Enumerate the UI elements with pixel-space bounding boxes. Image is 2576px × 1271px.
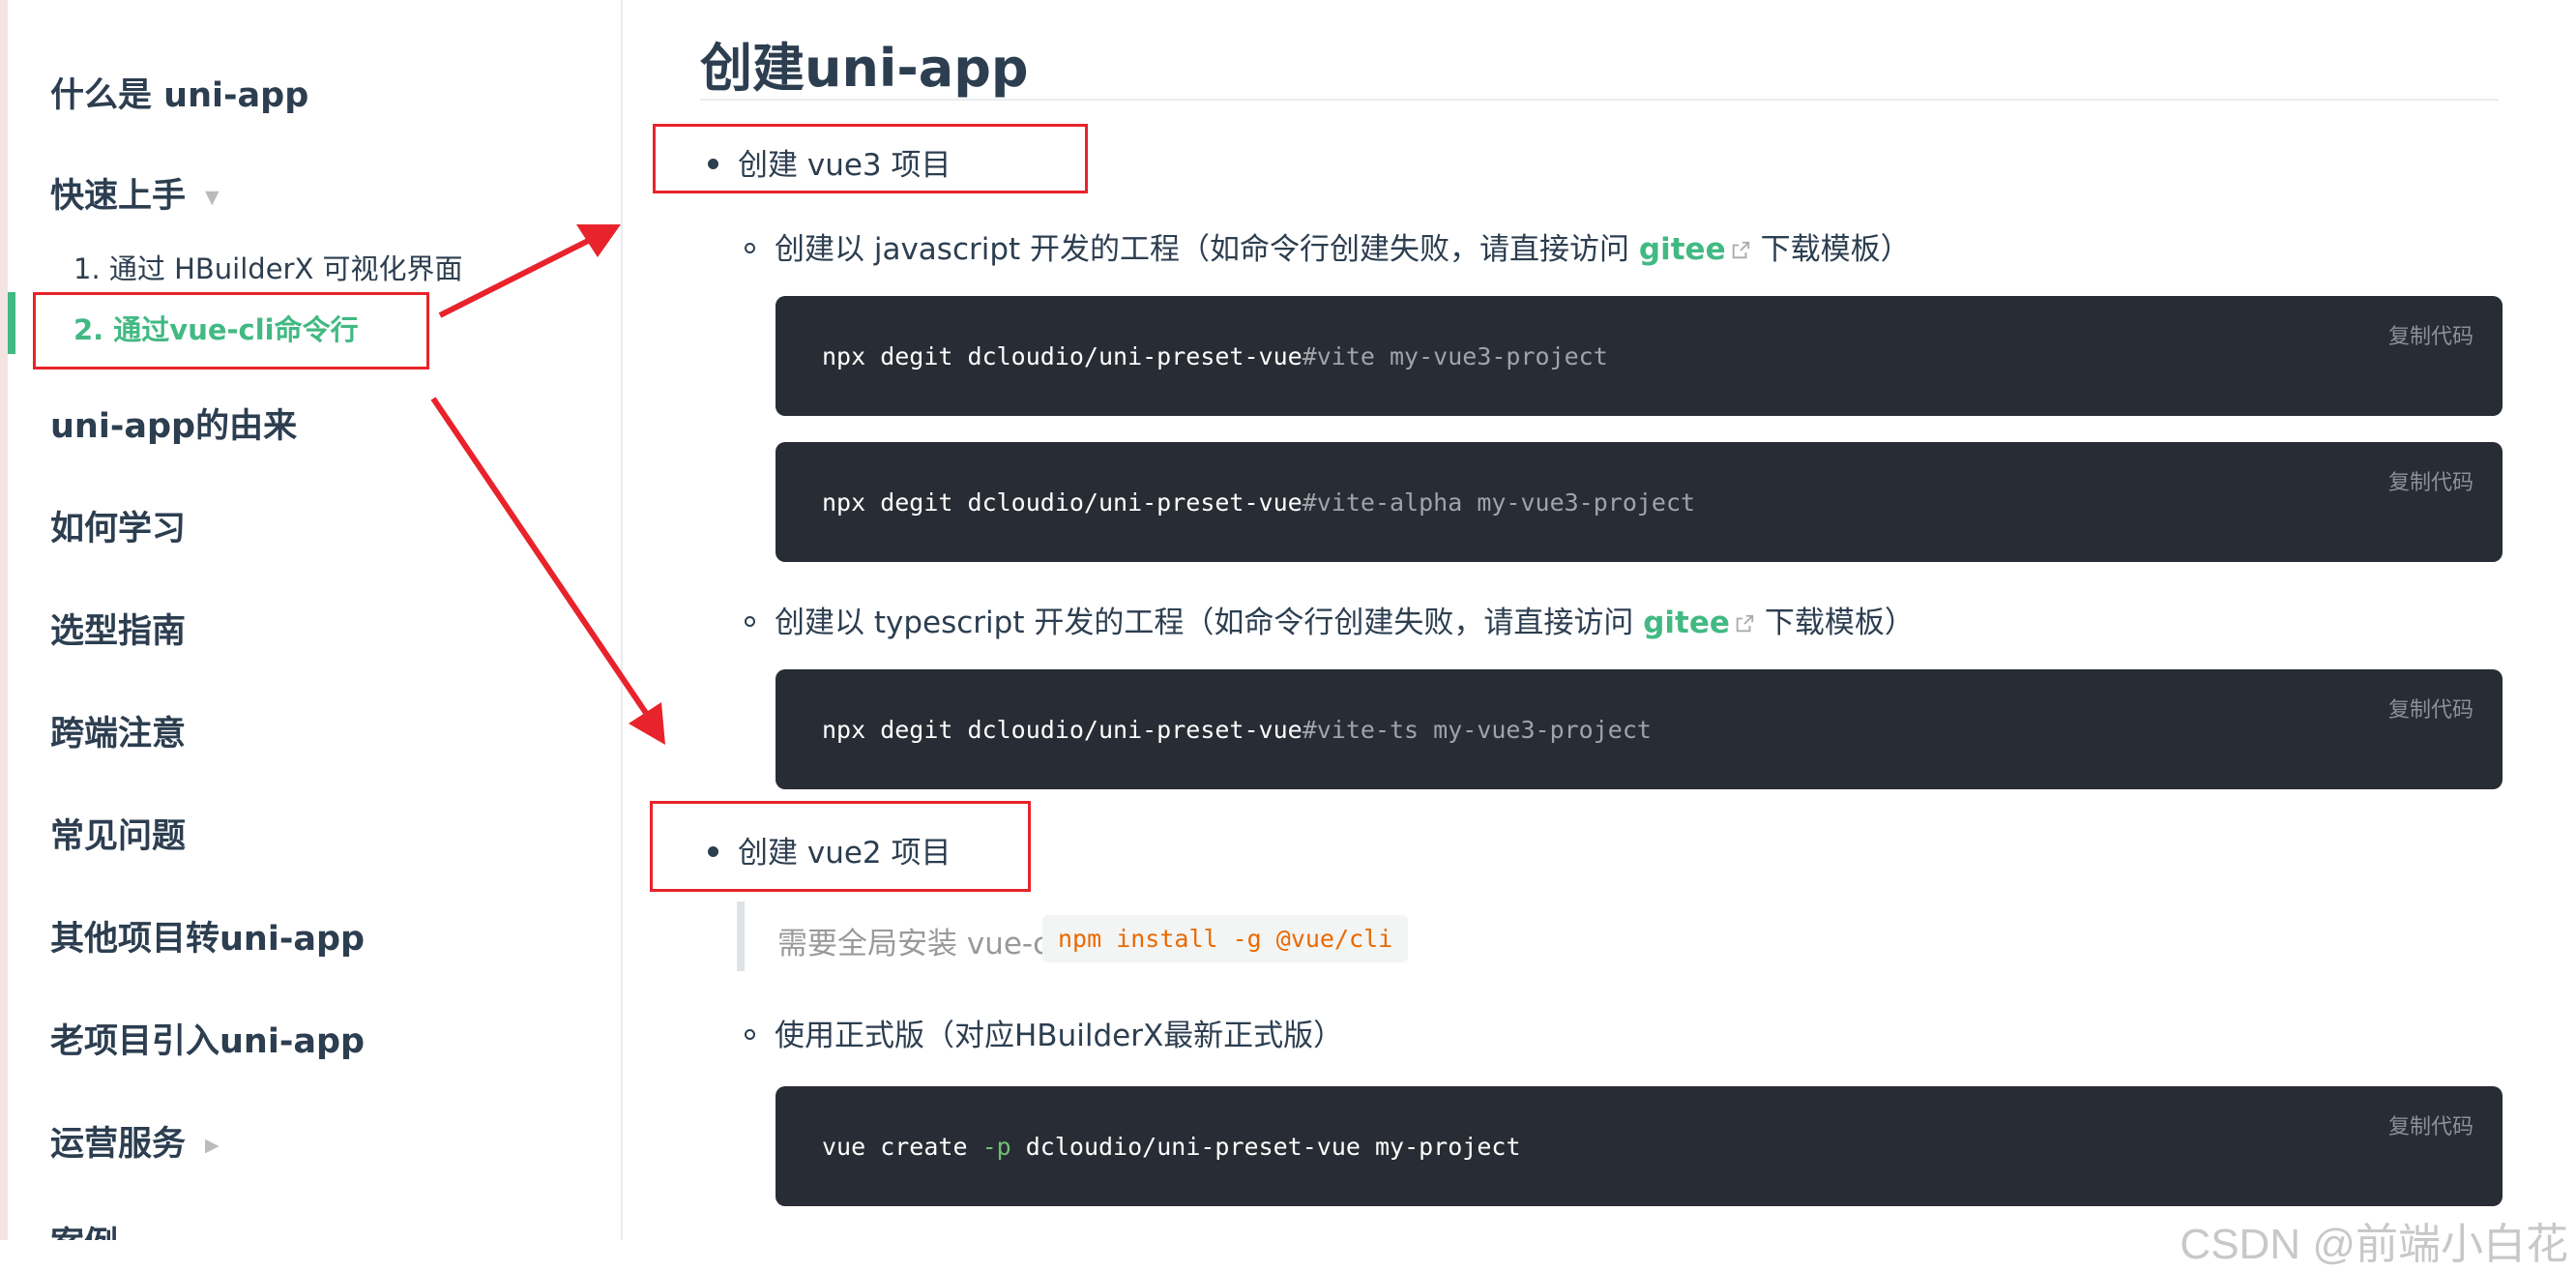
sidebar-item-operations[interactable]: 运营服务 ▶ (50, 1116, 220, 1166)
external-link-icon (1736, 614, 1754, 633)
copy-code-button[interactable]: 复制代码 (2388, 1109, 2474, 1140)
annotation-box-vue2 (650, 801, 1031, 892)
js-project-item: 创建以 javascript 开发的工程（如命令行创建失败，请直接访问 gite… (745, 224, 1911, 268)
sidebar-item-faq[interactable]: 常见问题 (50, 809, 186, 858)
page-title: 创建uni-app (700, 38, 1029, 99)
sidebar-item-origin[interactable]: uni-app的由来 (50, 399, 297, 448)
ts-project-item: 创建以 typescript 开发的工程（如命令行创建失败，请直接访问 gite… (745, 598, 1915, 641)
inline-code: npm install -g @vue/cli (1042, 915, 1409, 962)
sidebar-item-cases[interactable]: 案例 (50, 1217, 118, 1240)
code-line[interactable]: npx degit dcloudio/uni-preset-vue#vite-a… (822, 488, 1695, 517)
sidebar-item-cross-platform[interactable]: 跨端注意 (50, 706, 186, 755)
sidebar-subitem-hbuilderx[interactable]: 1. 通过 HBuilderX 可视化界面 (73, 247, 463, 287)
external-link-icon (1732, 241, 1749, 259)
sidebar-item-quick-start[interactable]: 快速上手 ▼ (50, 168, 220, 218)
copy-code-button[interactable]: 复制代码 (2388, 465, 2474, 496)
sidebar-item-legacy[interactable]: 老项目引入uni-app (50, 1014, 365, 1063)
sidebar-item-selection-guide[interactable]: 选型指南 (50, 604, 186, 653)
tip-text: 需要全局安装 vue-cli (777, 927, 1067, 961)
sidebar-item-how-to-learn[interactable]: 如何学习 (50, 501, 186, 550)
code-block: vue create -p dcloudio/uni-preset-vue my… (776, 1086, 2503, 1206)
caret-right-icon: ▶ (205, 1135, 220, 1156)
copy-code-button[interactable]: 复制代码 (2388, 319, 2474, 350)
code-block: npx degit dcloudio/uni-preset-vue#vite m… (776, 296, 2503, 416)
gitee-link[interactable]: gitee (1639, 232, 1726, 267)
annotation-box-sidebar (33, 292, 429, 369)
title-divider (700, 99, 2499, 101)
watermark: CSDN @前端小白花 (2180, 1221, 2568, 1268)
code-line[interactable]: npx degit dcloudio/uni-preset-vue#vite-t… (822, 716, 1652, 744)
code-block: npx degit dcloudio/uni-preset-vue#vite-t… (776, 669, 2503, 789)
caret-down-icon: ▼ (205, 187, 220, 208)
active-indicator (8, 292, 15, 354)
sidebar: 什么是 uni-app 快速上手 ▼ 1. 通过 HBuilderX 可视化界面 … (8, 0, 623, 1240)
annotation-box-vue3 (653, 124, 1088, 193)
code-line[interactable]: npx degit dcloudio/uni-preset-vue#vite m… (822, 342, 1608, 370)
window-edge (0, 0, 8, 1240)
copy-code-button[interactable]: 复制代码 (2388, 693, 2474, 724)
circle-bullet-icon (745, 1029, 755, 1040)
sidebar-item-migrate[interactable]: 其他项目转uni-app (50, 911, 365, 961)
stable-version-item: 使用正式版（对应HBuilderX最新正式版） (745, 1011, 1343, 1054)
sidebar-item-what-is-uniapp[interactable]: 什么是 uni-app (50, 68, 308, 117)
circle-bullet-icon (745, 616, 755, 627)
gitee-link[interactable]: gitee (1643, 606, 1730, 640)
code-line[interactable]: vue create -p dcloudio/uni-preset-vue my… (822, 1133, 1521, 1161)
circle-bullet-icon (745, 243, 755, 253)
tip-blockquote: 需要全局安装 vue-cli npm install -g @vue/cli (737, 902, 1421, 971)
code-block: npx degit dcloudio/uni-preset-vue#vite-a… (776, 442, 2503, 562)
